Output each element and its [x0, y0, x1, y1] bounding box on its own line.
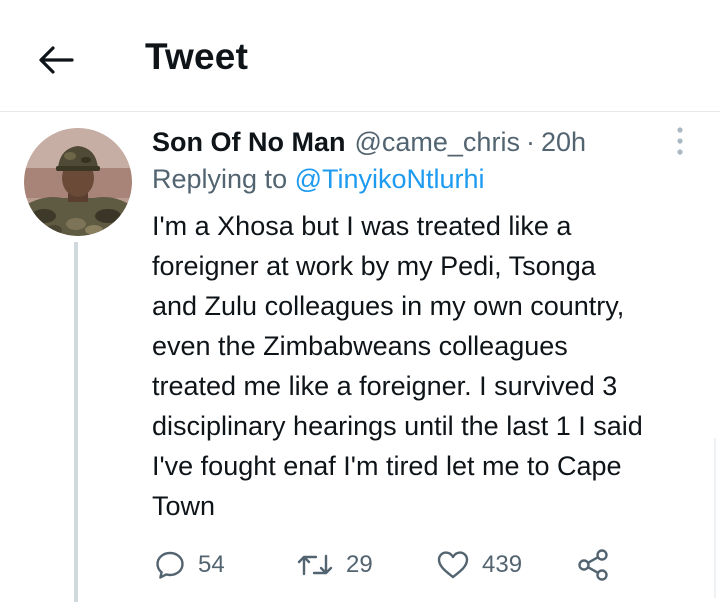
- reply-icon: [156, 551, 184, 579]
- tweet-text-line: and Zulu colleagues in my own country,: [152, 291, 625, 321]
- share-icon: [578, 549, 608, 581]
- tweet-meta: Son Of No Man @came_chris · 20h: [152, 122, 586, 162]
- like-button[interactable]: 439: [436, 540, 522, 590]
- tweet-text-line: foreigner at work by my Pedi, Tsonga: [152, 251, 596, 281]
- tweet-text-line: Town: [152, 491, 216, 521]
- heart-icon: [437, 551, 469, 579]
- avatar[interactable]: [24, 128, 132, 236]
- author-name[interactable]: Son Of No Man: [152, 127, 345, 158]
- tweet-text-line: I'm a Xhosa but I was treated like a: [152, 211, 572, 241]
- back-button[interactable]: [34, 38, 78, 82]
- reply-count: 54: [198, 551, 225, 578]
- retweet-button[interactable]: 29: [296, 540, 373, 590]
- top-bar: Tweet: [0, 0, 720, 112]
- page-title: Tweet: [145, 36, 249, 77]
- scroll-edge: [714, 438, 716, 598]
- tweet-text-line: disciplinary hearings until the last 1 I…: [152, 411, 643, 441]
- replying-to-label: Replying to: [152, 164, 295, 194]
- replying-to: Replying to @TinyikoNtlurhi: [152, 164, 485, 195]
- tweet-text-line: I've fought enaf I'm tired let me to Cap…: [152, 451, 622, 481]
- tweet-time[interactable]: 20h: [541, 127, 586, 158]
- tweet-text-line: treated me like a foreigner. I survived …: [152, 371, 618, 401]
- like-count: 439: [482, 551, 523, 578]
- tweet-text-line: even the Zimbabweans colleagues: [152, 331, 568, 361]
- share-button[interactable]: [576, 540, 610, 590]
- avatar-image: [24, 128, 132, 236]
- tweet-text: I'm a Xhosa but I was treated like a for…: [152, 206, 712, 526]
- retweet-count: 29: [346, 551, 373, 578]
- more-vertical-icon: [677, 127, 683, 155]
- thread-line: [74, 242, 78, 602]
- tweet-actions: 54 29 439: [152, 540, 632, 590]
- author-handle[interactable]: @came_chris: [354, 127, 519, 158]
- retweet-icon: [297, 554, 333, 576]
- arrow-left-icon: [39, 46, 74, 74]
- reply-button[interactable]: 54: [154, 540, 225, 590]
- replying-to-mention[interactable]: @TinyikoNtlurhi: [295, 164, 485, 194]
- meta-separator: ·: [525, 126, 535, 157]
- more-options-button[interactable]: [666, 124, 694, 158]
